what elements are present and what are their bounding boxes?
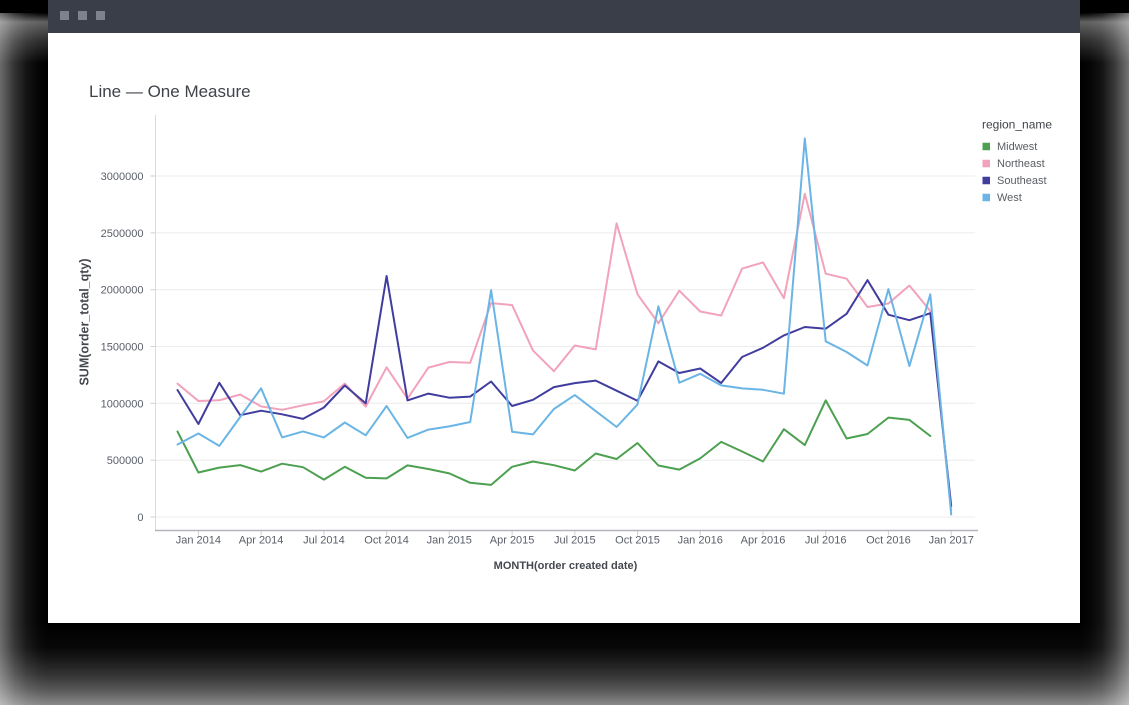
svg-text:Jan 2014: Jan 2014 xyxy=(176,535,221,547)
svg-text:2000000: 2000000 xyxy=(101,285,144,297)
svg-text:Oct 2015: Oct 2015 xyxy=(615,535,660,547)
svg-text:region_name: region_name xyxy=(982,118,1052,132)
svg-text:West: West xyxy=(997,192,1022,204)
svg-text:Northeast: Northeast xyxy=(997,158,1045,170)
svg-text:Jan 2017: Jan 2017 xyxy=(929,535,974,547)
svg-text:Line — One Measure: Line — One Measure xyxy=(89,82,251,101)
svg-text:Apr 2015: Apr 2015 xyxy=(490,535,535,547)
svg-text:Jul 2015: Jul 2015 xyxy=(554,535,596,547)
svg-text:2500000: 2500000 xyxy=(101,228,144,240)
svg-text:Jul 2014: Jul 2014 xyxy=(303,535,345,547)
svg-text:Southeast: Southeast xyxy=(997,175,1047,187)
svg-text:500000: 500000 xyxy=(107,455,144,467)
svg-text:Jan 2015: Jan 2015 xyxy=(427,535,472,547)
svg-text:SUM(order_total_qty): SUM(order_total_qty) xyxy=(78,258,92,385)
svg-text:Jan 2016: Jan 2016 xyxy=(678,535,723,547)
svg-text:Oct 2014: Oct 2014 xyxy=(364,535,409,547)
svg-text:Apr 2016: Apr 2016 xyxy=(741,535,786,547)
svg-text:Apr 2014: Apr 2014 xyxy=(239,535,284,547)
svg-text:Oct 2016: Oct 2016 xyxy=(866,535,911,547)
svg-text:MONTH(order created date): MONTH(order created date) xyxy=(494,560,638,572)
svg-text:3000000: 3000000 xyxy=(101,171,144,183)
svg-text:1000000: 1000000 xyxy=(101,398,144,410)
svg-text:1500000: 1500000 xyxy=(101,342,144,354)
svg-text:Jul 2016: Jul 2016 xyxy=(805,535,847,547)
svg-text:0: 0 xyxy=(137,512,143,524)
svg-text:Midwest: Midwest xyxy=(997,141,1037,153)
